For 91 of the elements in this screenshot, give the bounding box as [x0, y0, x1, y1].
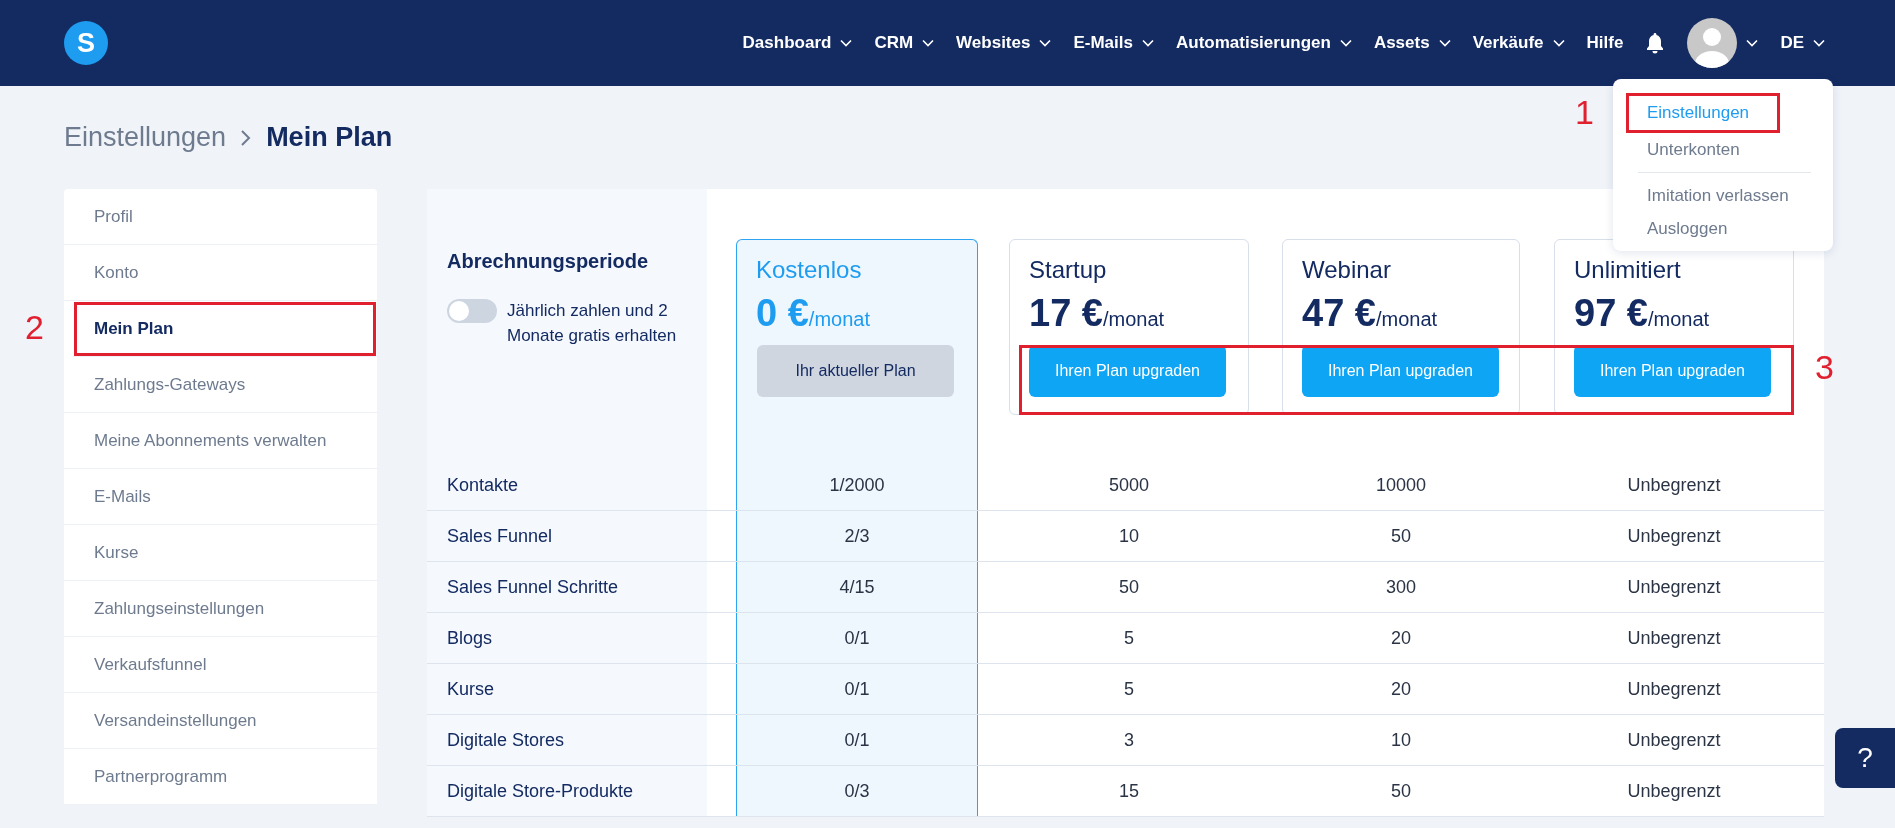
chevron-down-icon — [1813, 39, 1825, 47]
chevron-down-icon — [1141, 39, 1154, 47]
plan-price: 17 €/monat — [1029, 292, 1166, 335]
sidebar-item[interactable]: E-Mails — [64, 469, 377, 525]
table-cell-text: 15 — [1118, 779, 1140, 803]
table-cell-text: 10 — [1390, 728, 1412, 752]
plan-price: 47 €/monat — [1302, 292, 1439, 335]
breadcrumb-item[interactable]: Einstellungen — [64, 122, 227, 153]
upgrade-button[interactable]: Ihren Plan upgraden — [1029, 345, 1226, 397]
annotation-number: 1 — [1575, 95, 1594, 129]
feature-label: Sales Funnel — [427, 511, 707, 561]
chevron-down-icon — [840, 39, 853, 47]
feature-label: Sales Funnel Schritte — [427, 562, 707, 612]
chevron-down-icon — [1552, 39, 1565, 47]
sidebar-item[interactable]: Konto — [64, 245, 377, 301]
table-cell-text: 50 — [1118, 575, 1140, 599]
table-cell-text: 3 — [1123, 728, 1135, 752]
table-cell-text: Unbegrenzt — [1626, 728, 1722, 752]
table-cell-text: Unbegrenzt — [1626, 626, 1722, 650]
plan-name: Kostenlos — [756, 256, 863, 284]
plan-name: Unlimitiert — [1574, 256, 1682, 284]
table-cell-text: 5 — [1123, 626, 1135, 650]
annotation-number: 3 — [1815, 350, 1834, 384]
table-cell: 0/1 — [736, 613, 978, 663]
feature-label: Kurse — [427, 664, 707, 714]
nav-link[interactable]: Verkäufe — [1472, 33, 1565, 53]
table-cell: 0/1 — [736, 664, 978, 714]
current-plan-button[interactable]: Ihr aktueller Plan — [757, 345, 954, 397]
table-cell-text: 300 — [1384, 575, 1417, 599]
table-cell: 4/15 — [736, 562, 978, 612]
feature-label: Blogs — [427, 613, 707, 663]
nav-link[interactable]: Assets — [1373, 33, 1451, 53]
sidebar-item[interactable]: Profil — [64, 189, 377, 245]
nav-link[interactable]: Websites — [956, 33, 1052, 53]
sidebar-item[interactable]: Meine Abonnements verwalten — [64, 413, 377, 469]
menu-item[interactable]: Ausloggen — [1613, 212, 1811, 245]
table-cell-text: 5000 — [1107, 473, 1150, 497]
chevron-down-icon[interactable] — [1746, 39, 1759, 47]
sidebar-item[interactable]: Kurse — [64, 525, 377, 581]
nav-link[interactable]: E-Mails — [1073, 33, 1154, 53]
plan-price: 0 €/monat — [756, 292, 871, 335]
table-cell-text: 50 — [1390, 779, 1412, 803]
annotation-number: 2 — [25, 310, 44, 344]
sidebar-item[interactable]: Zahlungseinstellungen — [64, 581, 377, 637]
table-cell-text: 10000 — [1374, 473, 1428, 497]
nav-link[interactable]: Dashboard — [742, 33, 853, 53]
table-cell-text: 10 — [1118, 524, 1140, 548]
chevron-down-icon — [922, 39, 935, 47]
help-button[interactable]: ? — [1835, 728, 1895, 788]
sidebar-item[interactable]: Versandeinstellungen — [64, 693, 377, 749]
breadcrumb-item: Mein Plan — [266, 122, 393, 153]
sidebar-item[interactable]: Partnerprogramm — [64, 749, 377, 805]
plan-price: 97 €/monat — [1574, 292, 1711, 335]
nav-link[interactable]: Automatisierungen — [1175, 33, 1352, 53]
avatar-icon[interactable] — [1687, 18, 1738, 68]
language-selector[interactable]: DE — [1780, 33, 1825, 53]
table-cell-text: 50 — [1390, 524, 1412, 548]
table-cell-text: Unbegrenzt — [1626, 473, 1722, 497]
menu-item[interactable]: Unterkonten — [1613, 133, 1833, 166]
section-title: Abrechnungsperiode — [447, 250, 650, 273]
chevron-down-icon — [1339, 39, 1352, 47]
nav-link[interactable]: Hilfe — [1586, 33, 1624, 53]
table-cell-text: Unbegrenzt — [1626, 524, 1722, 548]
upgrade-button[interactable]: Ihren Plan upgraden — [1574, 345, 1771, 397]
sidebar-item[interactable]: Verkaufsfunnel — [64, 637, 377, 693]
table-cell: 2/3 — [736, 511, 978, 561]
table-cell: 1/2000 — [736, 460, 978, 510]
sidebar-item[interactable]: Zahlungs-Gateways — [64, 357, 377, 413]
chevron-down-icon — [1039, 39, 1052, 47]
nav-link[interactable]: CRM — [874, 33, 935, 53]
table-cell-text: 5 — [1123, 677, 1135, 701]
table-cell: 0/3 — [736, 766, 978, 816]
logo[interactable]: S — [64, 21, 108, 65]
plan-name: Startup — [1029, 256, 1108, 284]
bell-icon[interactable] — [1645, 32, 1666, 54]
feature-label: Digitale Stores — [427, 715, 707, 765]
table-cell-text: 20 — [1390, 626, 1412, 650]
plan-name: Webinar — [1302, 256, 1392, 284]
chevron-right-icon — [240, 128, 253, 147]
toggle-switch[interactable] — [447, 299, 497, 323]
feature-label: Kontakte — [427, 460, 707, 510]
menu-item[interactable]: Imitation verlassen — [1613, 179, 1811, 212]
table-cell-text: Unbegrenzt — [1626, 575, 1722, 599]
chevron-down-icon — [1438, 39, 1451, 47]
table-cell: 0/1 — [736, 715, 978, 765]
table-cell-text: Unbegrenzt — [1626, 779, 1722, 803]
toggle-label: Jährlich zahlen und 2 Monate gratis erhalten — [507, 300, 678, 347]
table-cell-text: Unbegrenzt — [1626, 677, 1722, 701]
feature-label: Digitale Store-Produkte — [427, 766, 707, 816]
upgrade-button[interactable]: Ihren Plan upgraden — [1302, 345, 1499, 397]
table-cell-text: 20 — [1390, 677, 1412, 701]
